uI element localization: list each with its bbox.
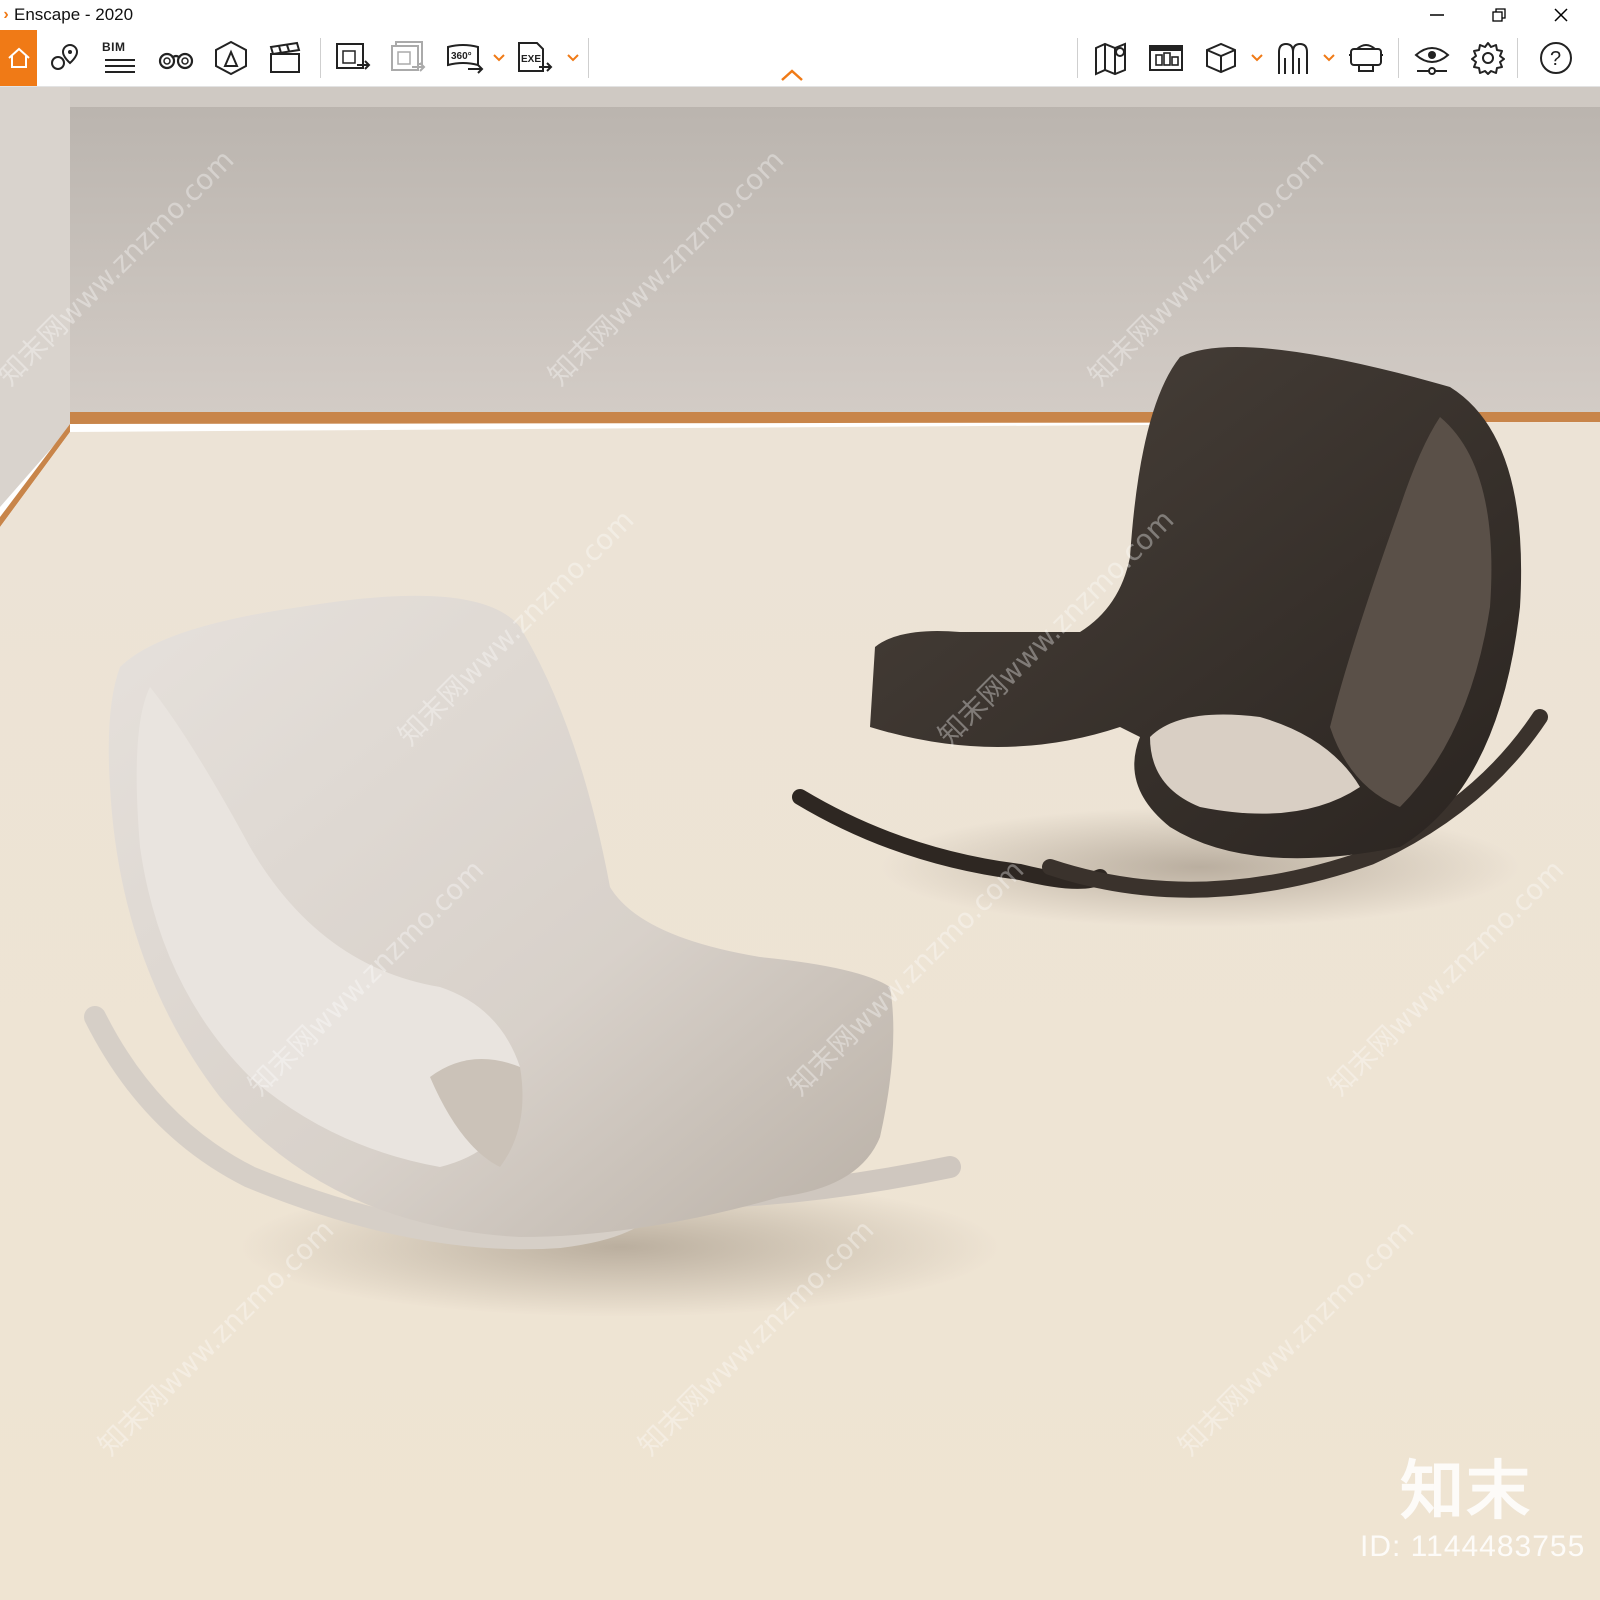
visual-settings-button[interactable] [1411, 38, 1453, 78]
cube-dropdown-caret[interactable] [1250, 46, 1264, 70]
asset-library-icon [215, 40, 247, 76]
help-label: ? [1550, 48, 1561, 70]
panorama-360-icon: 360° [447, 44, 484, 74]
minimize-button[interactable] [1406, 0, 1468, 30]
web-standalone-button[interactable] [1145, 38, 1187, 78]
chevron-down-icon [493, 54, 505, 62]
home-icon [7, 47, 30, 68]
cube-button[interactable] [1200, 38, 1242, 78]
restore-icon [1492, 8, 1506, 22]
panorama-label: 360° [451, 51, 472, 62]
home-button[interactable] [0, 30, 37, 86]
toolbar-divider [1398, 38, 1399, 78]
window-title: Enscape - 2020 [14, 5, 134, 24]
gear-icon [1471, 42, 1505, 75]
title-bar: › Enscape - 2020 [0, 0, 1600, 30]
panorama-dropdown-caret[interactable] [492, 46, 506, 70]
export-exe-icon: EXE [518, 42, 553, 72]
exe-dropdown-caret[interactable] [566, 46, 580, 70]
minimize-icon [1430, 14, 1444, 16]
enscape-logo-icon: › [3, 6, 9, 23]
brand-watermark: 知末 [1400, 1455, 1532, 1527]
panorama-button[interactable]: 360° [444, 38, 486, 78]
toolbar-divider [1077, 38, 1078, 78]
toolbar-divider [1517, 38, 1518, 78]
exe-label: EXE [521, 54, 541, 65]
exe-export-button[interactable]: EXE [514, 38, 556, 78]
rendered-scene: 知末网www.znzmo.com 知末网www.znzmo.com 知末网www… [0, 87, 1600, 1600]
enscape-toolbar: BIM 360° EXE ? [0, 30, 1600, 87]
chevron-down-icon [1323, 54, 1335, 62]
map-icon [1095, 42, 1126, 76]
collaborate-dropdown-caret[interactable] [1322, 46, 1336, 70]
window-controls [1406, 0, 1592, 30]
collaborate-button[interactable] [1272, 38, 1314, 78]
binoculars-icon [158, 52, 194, 70]
binoculars-button[interactable] [155, 38, 197, 78]
image-id-label: ID: 1144483755 [1360, 1530, 1586, 1563]
collaborate-icon [1278, 42, 1308, 74]
batch-export-icon [391, 41, 426, 72]
help-icon: ? [1540, 42, 1572, 74]
map-button[interactable] [1090, 38, 1132, 78]
vr-headset-icon [1349, 44, 1383, 72]
help-button[interactable]: ? [1535, 38, 1577, 78]
restore-button[interactable] [1468, 0, 1530, 30]
bim-label: BIM [102, 40, 126, 54]
render-viewport[interactable]: 知末网www.znzmo.com 知末网www.znzmo.com 知末网www… [0, 87, 1600, 1600]
assets-button[interactable] [210, 38, 252, 78]
cube-icon [1206, 42, 1236, 74]
chevron-down-icon [1251, 54, 1263, 62]
export-image-icon [336, 43, 371, 70]
toolbar-divider [320, 38, 321, 78]
export-image-button[interactable] [332, 38, 374, 78]
chevron-up-icon [781, 69, 803, 81]
collapse-toolbar-button[interactable] [778, 66, 806, 84]
web-standalone-icon [1149, 45, 1183, 71]
batch-export-button[interactable] [387, 38, 429, 78]
map-pin-icon [51, 43, 79, 70]
chevron-down-icon [567, 54, 579, 62]
close-icon [1554, 8, 1568, 22]
settings-button[interactable] [1467, 38, 1509, 78]
close-button[interactable] [1530, 0, 1592, 30]
vr-button[interactable] [1345, 38, 1387, 78]
toolbar-divider [588, 38, 589, 78]
video-button[interactable] [264, 38, 306, 78]
eye-settings-icon [1414, 47, 1450, 75]
bim-button[interactable]: BIM [98, 38, 140, 78]
views-button[interactable] [44, 38, 86, 78]
clapperboard-icon [269, 41, 301, 73]
